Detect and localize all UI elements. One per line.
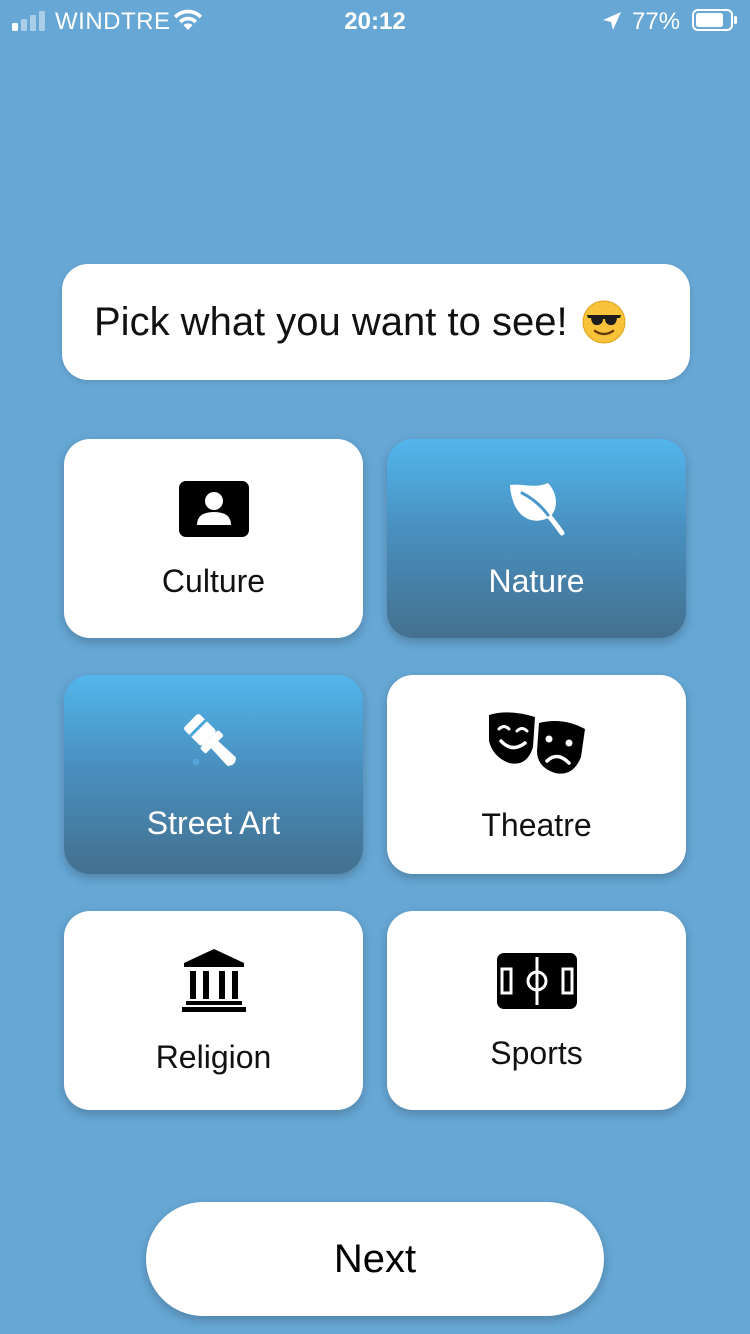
prompt-text: Pick what you want to see! <box>94 299 568 344</box>
soccer-field-icon <box>496 953 577 1009</box>
landmark-icon <box>181 949 246 1012</box>
category-tile-religion[interactable]: Religion <box>64 911 363 1110</box>
theater-masks-icon <box>488 712 585 774</box>
category-label-theatre: Theatre <box>481 807 592 843</box>
battery-percentage: 77% <box>632 8 681 35</box>
category-tile-nature[interactable]: Nature <box>387 439 686 638</box>
category-tile-theatre[interactable]: Theatre <box>387 675 686 874</box>
paint-brush-icon <box>183 714 236 766</box>
leaf-icon <box>509 483 564 536</box>
category-label-sports: Sports <box>490 1035 583 1071</box>
category-label-street-art: Street Art <box>146 805 281 841</box>
category-tile-street-art[interactable]: Street Art <box>64 675 363 874</box>
location-arrow-icon <box>603 12 621 30</box>
category-label-culture: Culture <box>161 563 266 599</box>
category-tile-culture[interactable]: Culture <box>64 439 363 638</box>
category-tile-sports[interactable]: Sports <box>387 911 686 1110</box>
category-label-nature: Nature <box>488 563 585 599</box>
battery-icon <box>692 9 737 31</box>
category-label-religion: Religion <box>155 1039 272 1075</box>
next-button[interactable]: Next <box>146 1202 604 1316</box>
sunglasses-emoji-icon <box>582 300 626 344</box>
prompt-card: Pick what you want to see! <box>62 264 690 380</box>
status-bar: WINDTRE 20:12 77% <box>0 0 750 40</box>
id-badge-icon <box>178 481 249 537</box>
